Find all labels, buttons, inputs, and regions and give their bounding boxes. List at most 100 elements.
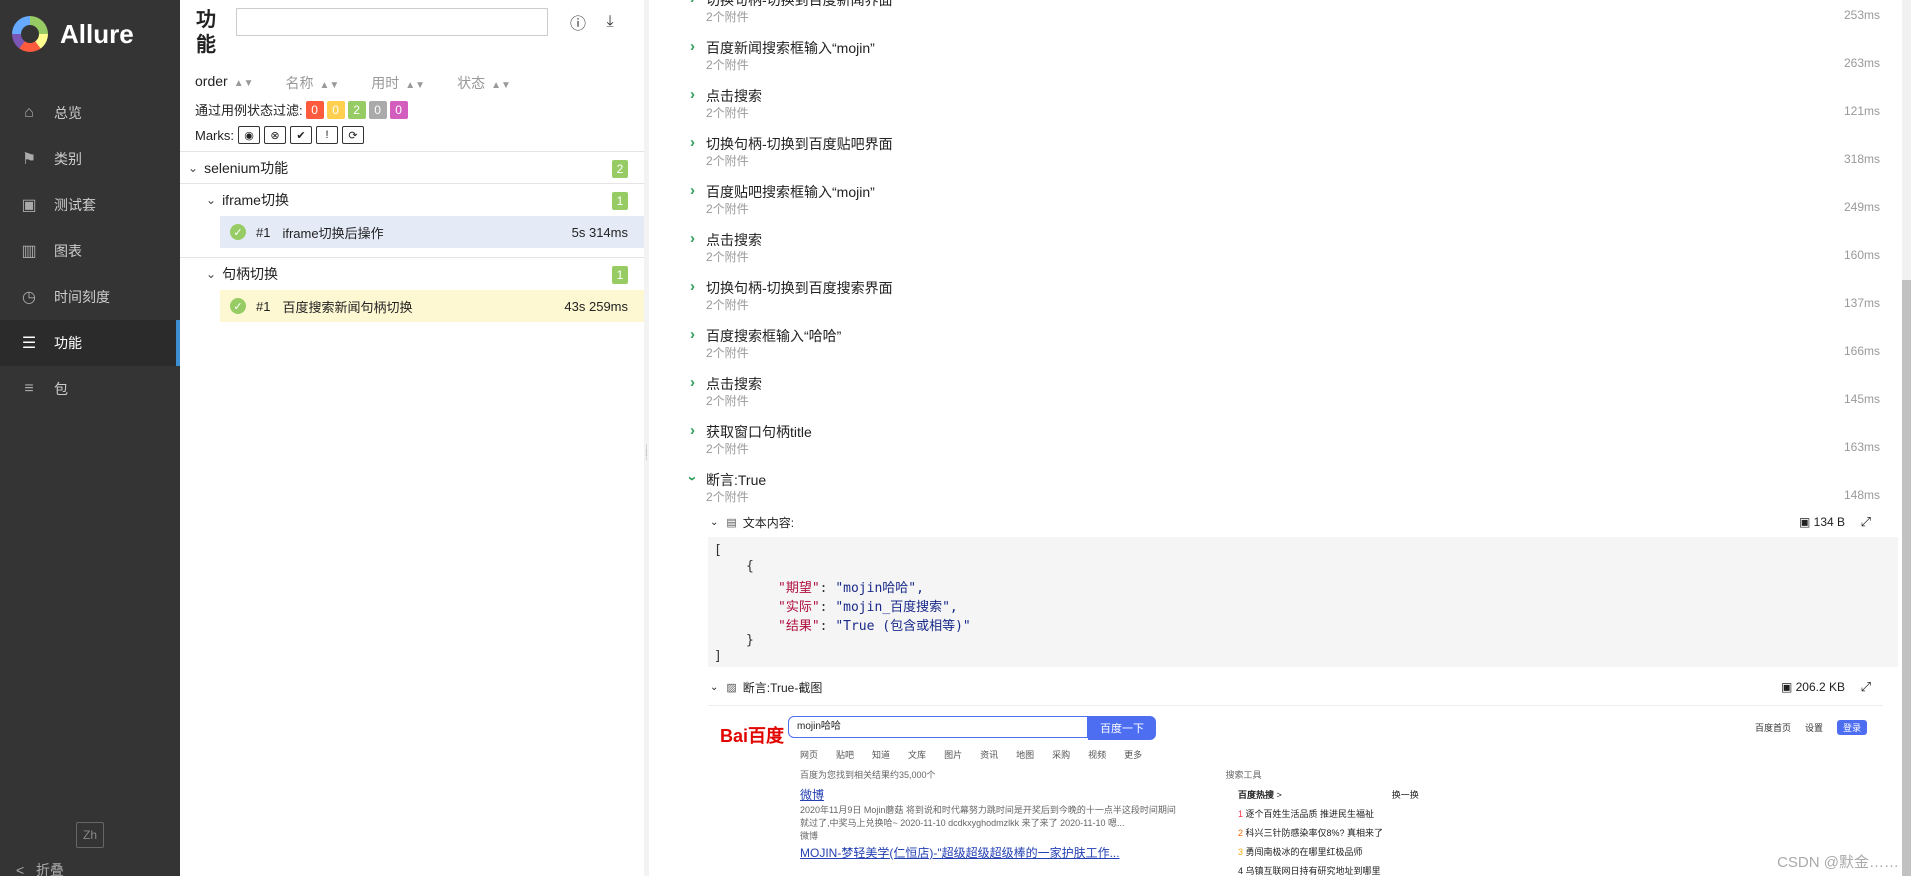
collapse-button[interactable]: < 折叠 xyxy=(16,860,64,880)
baidu-logo: Bai百度 xyxy=(720,726,785,746)
attachment-text-header[interactable]: ⌄ ▤ 文本内容: ▣ 134 B ⤢ xyxy=(710,512,1885,532)
sort-icon: ▲▼ xyxy=(233,78,254,89)
step-attachments: 2个附件 xyxy=(706,490,749,504)
pane-splitter[interactable] xyxy=(644,0,649,876)
sort-name[interactable]: 名称 ▲▼ xyxy=(285,73,339,93)
step-row[interactable]: › 切换句柄-切换到百度搜索界面 2个附件 137ms xyxy=(690,278,1880,324)
sidebar-item-categories[interactable]: ⚑ 类别 xyxy=(0,136,180,182)
json-brace: { xyxy=(746,559,754,574)
attachment-size: ▣ 206.2 KB xyxy=(1780,680,1845,694)
step-duration: 318ms xyxy=(1843,152,1880,166)
baidu-tabs: 网页 贴吧 知道 文库 图片 资讯 地图 采购 视频 更多 xyxy=(800,748,1160,761)
filter-unknown-badge[interactable]: 0 xyxy=(389,100,408,119)
tree-group-iframe[interactable]: ⌄ iframe切换 xyxy=(206,190,289,210)
divider xyxy=(180,151,644,152)
step-name: 点击搜索 xyxy=(706,232,762,248)
step-name: 百度搜索框输入“哈哈” xyxy=(706,328,842,344)
step-row[interactable]: › 切换句柄-切换到百度新闻界面 2个附件 253ms xyxy=(690,0,1880,36)
sidebar-item-behaviors[interactable]: ☰ 功能 xyxy=(0,320,180,366)
baidu-tab: 知道 xyxy=(872,750,891,760)
save-icon: ▣ xyxy=(1798,515,1811,529)
baidu-tab: 更多 xyxy=(1124,750,1143,760)
tree-pane: 功能 ⓘ ⤓ order ▲▼ 名称 ▲▼ 用时 ▲▼ 状态 ▲▼ 通过用例状态过滤: … xyxy=(180,0,645,876)
info-icon[interactable]: ⓘ xyxy=(568,12,588,33)
sort-status[interactable]: 状态 ▲▼ xyxy=(457,73,511,93)
baidu-tab: 视频 xyxy=(1088,750,1107,760)
json-bracket: [ xyxy=(714,543,722,558)
step-duration: 263ms xyxy=(1843,56,1880,70)
result-item: 微博 2020年11月9日 Mojin蘑菇 将到说和时代幕努力跳时间是开奖后到今… xyxy=(800,788,1176,841)
expand-icon[interactable]: ⤢ xyxy=(1861,514,1871,530)
step-row-expanded[interactable]: › 断言:True 2个附件 148ms xyxy=(684,470,1880,516)
test-detail-pane: › 切换句柄-切换到百度新闻界面 2个附件 253ms › 百度新闻搜索框输入“… xyxy=(650,0,1900,877)
list-icon: ☰ xyxy=(21,335,37,352)
sidebar-item-label: 功能 xyxy=(54,335,82,351)
expand-icon[interactable]: ⤢ xyxy=(1861,679,1871,695)
chevron-right-icon: › xyxy=(690,86,695,103)
language-switch[interactable]: Zh xyxy=(76,822,104,848)
step-attachments: 2个附件 xyxy=(706,250,749,264)
tree-group-handle[interactable]: ⌄ 句柄切换 xyxy=(206,264,278,284)
chevron-down-icon: ⌄ xyxy=(710,681,719,693)
group-label: 句柄切换 xyxy=(222,266,279,282)
filter-broken-badge[interactable]: 0 xyxy=(326,100,345,119)
tree-group-root[interactable]: ⌄ selenium功能 xyxy=(188,158,636,178)
mark-new-failed-icon[interactable]: ⊗ xyxy=(264,126,286,144)
sidebar-item-label: 包 xyxy=(54,381,68,397)
sort-order[interactable]: order ▲▼ xyxy=(195,73,253,93)
sidebar-item-suites[interactable]: ▣ 测试套 xyxy=(0,182,180,228)
allure-logo[interactable]: Allure xyxy=(12,16,134,52)
filter-passed-badge[interactable]: 2 xyxy=(347,100,366,119)
json-brace: } xyxy=(746,633,754,648)
step-name: 切换句柄-切换到百度搜索界面 xyxy=(706,280,893,296)
bar-chart-icon: ▥ xyxy=(21,243,37,260)
marks-label: Marks: xyxy=(195,127,234,143)
align-left-icon: ≡ xyxy=(24,380,34,397)
mark-new-passed-icon[interactable]: ✔ xyxy=(290,126,312,144)
chevron-right-icon: › xyxy=(690,326,695,343)
scrollbar[interactable] xyxy=(1902,0,1911,876)
chevron-down-icon: ⌄ xyxy=(188,161,199,175)
sidebar-item-timeline[interactable]: ◷ 时间刻度 xyxy=(0,274,180,320)
mark-flaky-icon[interactable]: ◉ xyxy=(238,126,260,144)
filter-failed-badge[interactable]: 0 xyxy=(305,100,324,119)
sidebar-item-packages[interactable]: ≡ 包 xyxy=(0,366,180,412)
result-count: 百度为您找到相关结果约35,000个 搜索工具 xyxy=(800,770,1262,780)
filter-skipped-badge[interactable]: 0 xyxy=(368,100,387,119)
test-duration: 43s 259ms xyxy=(564,298,628,314)
step-row[interactable]: › 点击搜索 2个附件 145ms xyxy=(690,374,1880,420)
step-row[interactable]: › 百度搜索框输入“哈哈” 2个附件 166ms xyxy=(690,326,1880,372)
sort-duration[interactable]: 用时 ▲▼ xyxy=(371,73,425,93)
step-duration: 137ms xyxy=(1843,296,1880,310)
step-duration: 166ms xyxy=(1843,344,1880,358)
chevron-down-icon: ⌄ xyxy=(710,516,719,528)
test-row-selected[interactable]: ✓ #1 百度搜索新闻句柄切换 43s 259ms xyxy=(220,290,644,322)
sidebar-item-overview[interactable]: ⌂ 总览 xyxy=(0,90,180,136)
step-row[interactable]: › 获取窗口句柄title 2个附件 163ms xyxy=(690,422,1880,468)
sidebar: Allure ⌂ 总览 ⚑ 类别 ▣ 测试套 ▥ 图表 ◷ 时间刻度 ☰ 功能 … xyxy=(0,0,180,878)
step-attachments: 2个附件 xyxy=(706,394,749,408)
sort-icon: ▲▼ xyxy=(319,80,340,91)
test-row[interactable]: ✓ #1 iframe切换后操作 5s 314ms xyxy=(220,216,644,248)
group-label: selenium功能 xyxy=(204,160,289,176)
step-row[interactable]: › 点击搜索 2个附件 160ms xyxy=(690,230,1880,276)
step-row[interactable]: › 百度新闻搜索框输入“mojin” 2个附件 263ms xyxy=(690,38,1880,84)
step-row[interactable]: › 百度贴吧搜索框输入“mojin” 2个附件 249ms xyxy=(690,182,1880,228)
file-text-icon: ▤ xyxy=(726,516,737,529)
step-name: 点击搜索 xyxy=(706,88,762,104)
search-input[interactable] xyxy=(236,8,548,36)
drag-handle-icon[interactable]: ⁞ ⁞ ⁞ xyxy=(645,445,648,463)
baidu-tab: 地图 xyxy=(1016,750,1035,760)
scrollbar-thumb[interactable] xyxy=(1902,280,1911,876)
mark-retries-icon[interactable]: ⟳ xyxy=(342,126,364,144)
step-duration: 145ms xyxy=(1843,392,1880,406)
passed-icon: ✓ xyxy=(230,298,246,314)
step-row[interactable]: › 点击搜索 2个附件 121ms xyxy=(690,86,1880,132)
mark-new-broken-icon[interactable]: ! xyxy=(316,126,338,144)
step-duration: 163ms xyxy=(1843,440,1880,454)
sidebar-item-label: 图表 xyxy=(54,243,82,259)
step-row[interactable]: › 切换句柄-切换到百度贴吧界面 2个附件 318ms xyxy=(690,134,1880,180)
download-icon[interactable]: ⤓ xyxy=(600,12,620,32)
sidebar-item-graphs[interactable]: ▥ 图表 xyxy=(0,228,180,274)
attachment-image-header[interactable]: ⌄ ▨ 断言:True-截图 ▣ 206.2 KB ⤢ xyxy=(710,677,1885,697)
